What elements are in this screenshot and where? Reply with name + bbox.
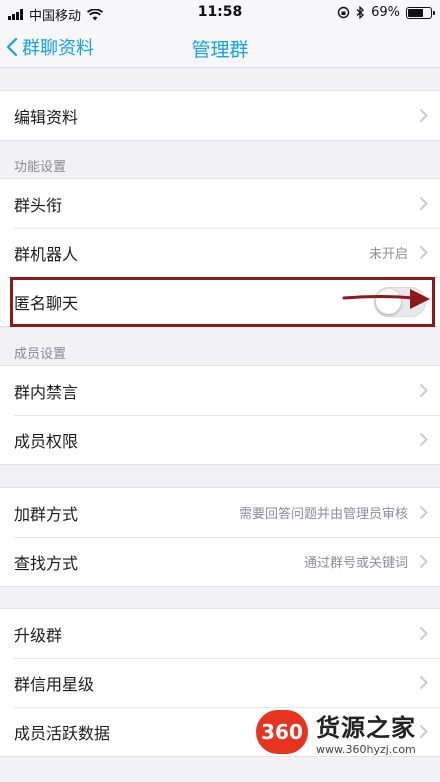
group-features: 群头衔 群机器人 未开启 匿名聊天 — [0, 178, 440, 327]
row-label: 加群方式 — [14, 504, 79, 524]
row-upgrade-group[interactable]: 升级群 — [0, 609, 440, 658]
chevron-right-icon — [419, 626, 428, 641]
row-label: 群机器人 — [14, 244, 79, 264]
row-label: 成员活跃数据 — [14, 723, 111, 743]
battery-percent: 69% — [371, 5, 400, 20]
chevron-right-icon — [419, 554, 428, 569]
row-label: 群内禁言 — [14, 382, 79, 402]
nav-bar: 群聊资料 管理群 — [0, 26, 440, 68]
row-label: 成员权限 — [14, 431, 79, 451]
row-label: 查找方式 — [14, 553, 79, 573]
status-bar: 中国移动 11:58 69% — [0, 0, 440, 26]
back-button[interactable]: 群聊资料 — [6, 34, 94, 60]
watermark: 360 货源之家 www.360hyzj.com — [256, 708, 416, 756]
chevron-right-icon — [419, 383, 428, 398]
chevron-right-icon — [419, 108, 428, 123]
row-label: 群头衔 — [14, 195, 63, 215]
row-label: 升级群 — [14, 625, 63, 645]
group-members: 群内禁言 成员权限 — [0, 365, 440, 465]
group-profile: 编辑资料 — [0, 90, 440, 141]
section-header-features: 功能设置 — [14, 160, 67, 175]
chevron-right-icon — [419, 432, 428, 447]
back-label: 群聊资料 — [22, 38, 94, 59]
chevron-right-icon — [419, 675, 428, 690]
row-credit-rating[interactable]: 群信用星级 — [0, 658, 440, 707]
watermark-url: www.360hyzj.com — [316, 743, 416, 756]
row-member-permissions[interactable]: 成员权限 — [0, 415, 440, 464]
row-value: 通过群号或关键词 — [303, 556, 408, 571]
chevron-right-icon — [419, 505, 428, 520]
battery-icon — [406, 6, 435, 19]
row-label: 群信用星级 — [14, 674, 95, 694]
row-label: 编辑资料 — [14, 107, 79, 127]
row-value: 需要回答问题并由管理员审核 — [238, 507, 408, 522]
row-join-method[interactable]: 加群方式 需要回答问题并由管理员审核 — [0, 488, 440, 537]
watermark-badge: 360 — [256, 710, 308, 754]
rotation-lock-icon — [337, 6, 350, 19]
row-label: 匿名聊天 — [14, 293, 79, 313]
bluetooth-icon — [356, 6, 365, 19]
chevron-right-icon — [419, 245, 428, 260]
chevron-right-icon — [419, 196, 428, 211]
chevron-right-icon — [419, 724, 428, 739]
row-group-title[interactable]: 群头衔 — [0, 179, 440, 228]
anonymous-chat-toggle[interactable] — [374, 287, 426, 317]
row-group-robot[interactable]: 群机器人 未开启 — [0, 228, 440, 277]
chevron-left-icon — [6, 37, 18, 57]
group-join: 加群方式 需要回答问题并由管理员审核 查找方式 通过群号或关键词 — [0, 487, 440, 587]
row-anonymous-chat: 匿名聊天 — [0, 277, 440, 326]
toggle-knob — [376, 289, 401, 314]
row-search-method[interactable]: 查找方式 通过群号或关键词 — [0, 537, 440, 586]
watermark-name: 货源之家 — [316, 713, 416, 742]
row-edit-profile[interactable]: 编辑资料 — [0, 91, 440, 140]
row-mute-members[interactable]: 群内禁言 — [0, 366, 440, 415]
section-header-members: 成员设置 — [14, 347, 67, 362]
row-value: 未开启 — [368, 247, 408, 262]
